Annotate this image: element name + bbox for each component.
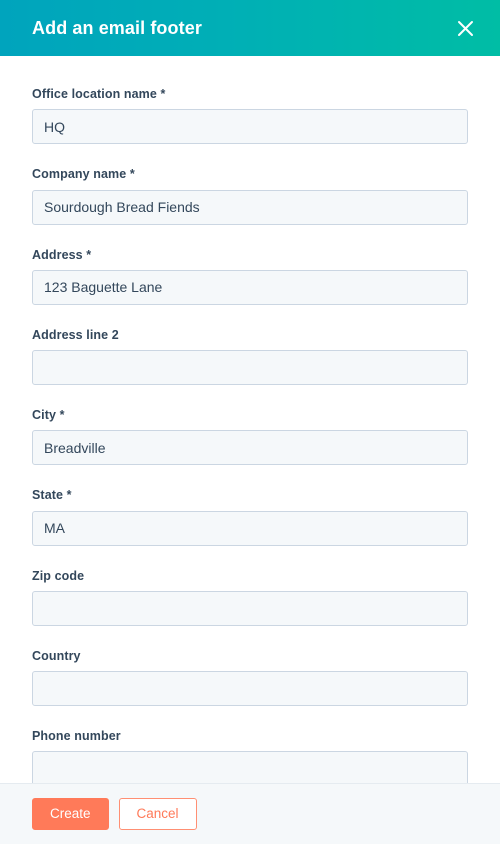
input-phone-number[interactable] xyxy=(32,751,468,783)
input-state[interactable] xyxy=(32,510,468,546)
close-button[interactable] xyxy=(448,11,482,45)
input-address-line-2[interactable] xyxy=(32,350,468,385)
input-zip-code[interactable] xyxy=(32,590,468,626)
label-zip-code: Zip code xyxy=(32,568,85,583)
label-address: Address * xyxy=(32,247,92,262)
create-button[interactable]: Create xyxy=(32,798,109,830)
field-office-location-name: Office location name * xyxy=(32,86,468,145)
input-address[interactable] xyxy=(32,269,468,305)
label-state: State * xyxy=(32,488,72,503)
modal-body: Office location name * Company name * Addr… xyxy=(0,56,500,783)
modal-title: Add an email footer xyxy=(32,18,202,38)
input-city[interactable] xyxy=(32,430,468,466)
field-address: Address * xyxy=(32,247,468,305)
modal-footer: Create Cancel xyxy=(0,783,500,844)
cancel-button[interactable]: Cancel xyxy=(118,798,197,830)
label-office-location-name: Office location name * xyxy=(32,87,166,101)
label-company-name: Company name * xyxy=(32,167,135,182)
label-phone-number: Phone number xyxy=(32,729,121,743)
close-icon xyxy=(457,20,474,37)
field-company-name: Company name * xyxy=(32,166,468,225)
field-state: State * xyxy=(32,487,468,546)
modal-header: Add an email footer xyxy=(0,0,500,56)
label-address-line-2: Address line 2 xyxy=(32,327,119,342)
field-address-line-2: Address line 2 xyxy=(32,327,468,385)
input-country[interactable] xyxy=(32,671,468,706)
input-company-name[interactable] xyxy=(32,189,468,225)
input-office-location-name[interactable] xyxy=(32,109,468,145)
field-city: City * xyxy=(32,407,468,466)
label-city: City * xyxy=(32,408,65,422)
field-zip-code: Zip code xyxy=(32,568,468,626)
form-fields: Office location name * Company name * Addr… xyxy=(32,86,468,783)
field-phone-number: Phone number xyxy=(32,728,468,783)
label-country: Country xyxy=(32,648,81,663)
field-country: Country xyxy=(32,648,468,706)
add-email-footer-modal: Add an email footer Office location name… xyxy=(0,0,500,844)
